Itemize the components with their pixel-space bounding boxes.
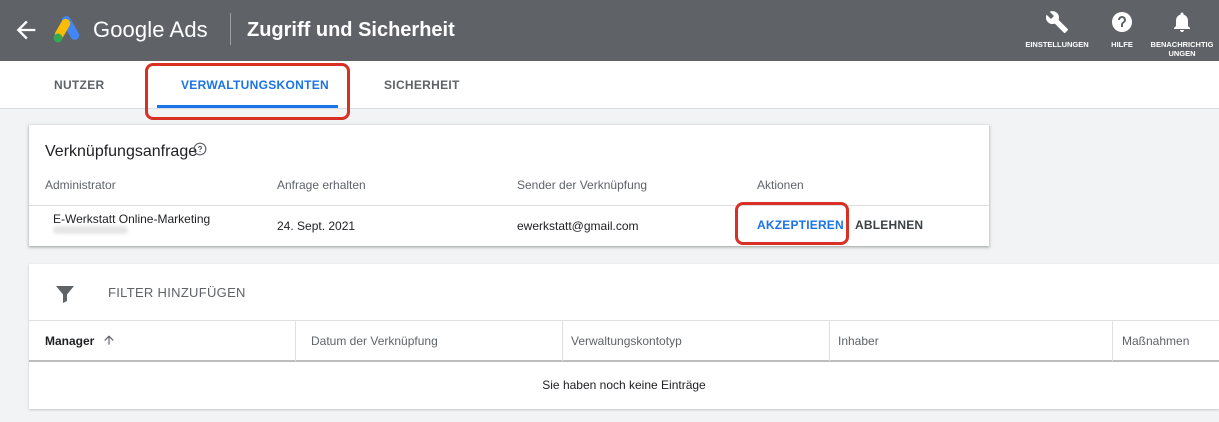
wrench-icon bbox=[1045, 11, 1068, 33]
help-circle-icon bbox=[1112, 12, 1132, 32]
blurred-account-id bbox=[53, 226, 128, 234]
highlight-box-tab bbox=[145, 63, 350, 120]
settings-label: EINSTELLUNGEN bbox=[1025, 40, 1089, 49]
column-header-account-type[interactable]: Verwaltungskontotyp bbox=[555, 321, 829, 361]
page-title: Zugriff und Sicherheit bbox=[247, 19, 455, 41]
column-header-owner[interactable]: Inhaber bbox=[822, 321, 1112, 361]
sender-email: ewerkstatt@gmail.com bbox=[517, 219, 639, 233]
column-header-link-date[interactable]: Datum der Verknüpfung bbox=[295, 321, 562, 361]
column-header-manager[interactable]: Manager bbox=[29, 321, 295, 361]
managers-table-card: FILTER HINZUFÜGEN Manager Datum der Verk… bbox=[29, 264, 1219, 409]
bell-icon bbox=[1174, 12, 1190, 32]
brand-name: Google Ads bbox=[93, 17, 208, 42]
notifications-button[interactable]: BENACHRICHTIG UNGEN bbox=[1142, 10, 1219, 58]
table-header: Manager Datum der Verknüpfung Verwaltung… bbox=[29, 320, 1219, 362]
back-arrow-icon[interactable] bbox=[12, 16, 40, 44]
tab-nutzer[interactable]: NUTZER bbox=[54, 61, 104, 109]
column-header-actions: Maßnahmen bbox=[1122, 334, 1190, 348]
sort-arrow-up-icon bbox=[104, 335, 114, 345]
administrator-name: E-Werkstatt Online-Marketing bbox=[53, 212, 211, 226]
column-header-actions: Aktionen bbox=[757, 178, 804, 192]
notifications-label-line1: BENACHRICHTIG bbox=[1150, 40, 1214, 49]
link-request-title: Verknüpfungsanfrage bbox=[45, 143, 198, 160]
empty-table-message: Sie haben noch keine Einträge bbox=[542, 378, 706, 392]
highlight-box-accept bbox=[735, 202, 849, 245]
help-label: HILFE bbox=[1111, 40, 1133, 49]
request-received-date: 24. Sept. 2021 bbox=[277, 219, 356, 233]
tab-sicherheit[interactable]: SICHERHEIT bbox=[384, 61, 460, 109]
column-header-administrator: Administrator bbox=[45, 178, 116, 192]
top-app-bar: Google Ads Zugriff und Sicherheit EINSTE… bbox=[0, 0, 1219, 61]
notifications-label-line2: UNGEN bbox=[1168, 49, 1196, 58]
google-ads-logo-icon bbox=[53, 16, 80, 43]
decline-button[interactable]: ABLEHNEN bbox=[855, 218, 923, 232]
column-header-received: Anfrage erhalten bbox=[277, 178, 366, 192]
help-outline-icon[interactable] bbox=[193, 142, 207, 156]
column-header-sender: Sender der Verknüpfung bbox=[517, 178, 648, 192]
filter-icon[interactable] bbox=[53, 282, 77, 306]
notifications-label: BENACHRICHTIG UNGEN bbox=[1151, 40, 1214, 58]
column-header-manager-label: Manager bbox=[45, 334, 95, 348]
header-divider bbox=[230, 13, 231, 45]
add-filter-button[interactable]: FILTER HINZUFÜGEN bbox=[108, 285, 246, 300]
